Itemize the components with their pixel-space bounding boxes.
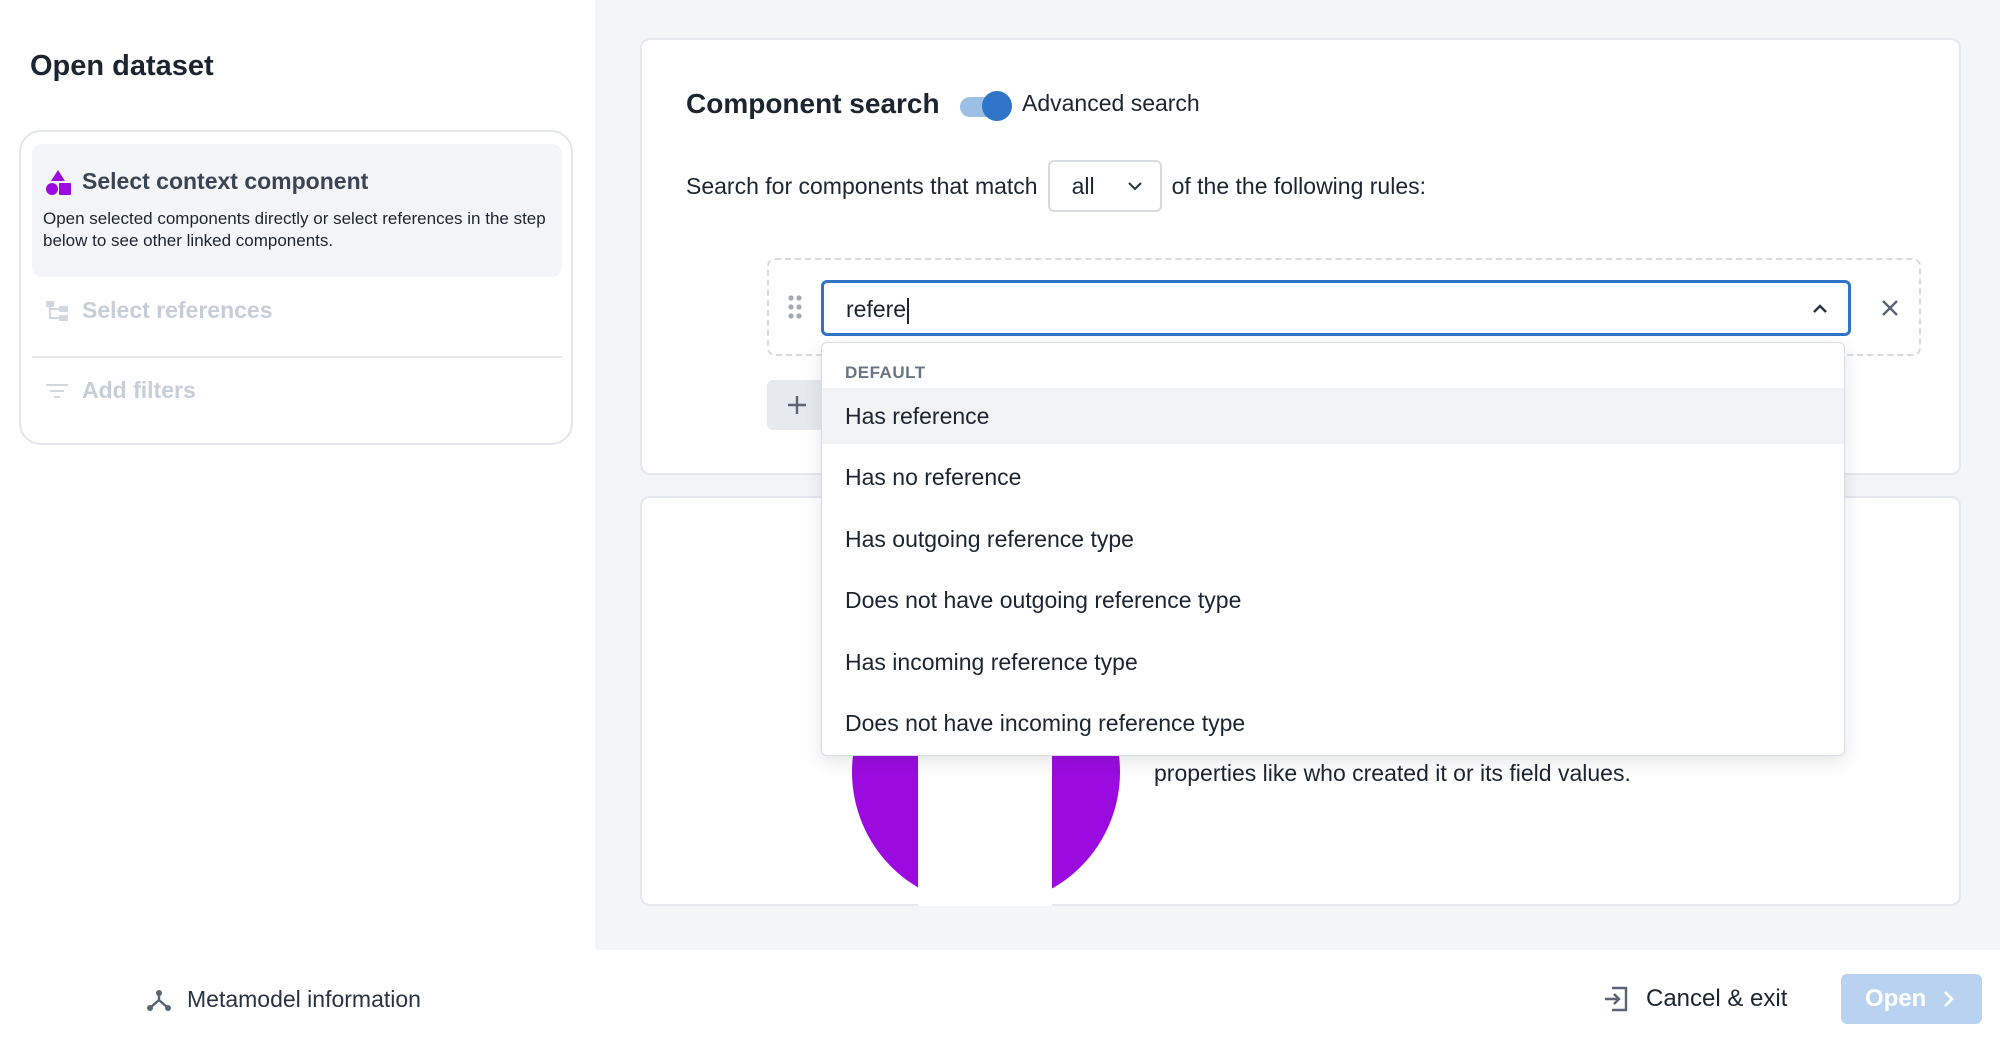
rule-search-input[interactable]: refere	[821, 280, 1851, 336]
step-title: Select context component	[82, 168, 369, 194]
dropdown-option[interactable]: Has no reference	[822, 449, 1844, 505]
step-add-filters: Add filters	[32, 360, 562, 420]
advanced-search-label: Advanced search	[1022, 90, 1200, 116]
dropdown-option[interactable]: Has reference	[822, 388, 1844, 444]
exit-icon	[1605, 986, 1628, 1012]
steps-card: Select context component Open selected c…	[19, 130, 573, 445]
dropdown-option[interactable]: Has outgoing reference type	[822, 511, 1844, 567]
shapes-icon	[46, 170, 71, 195]
advanced-search-toggle[interactable]	[960, 91, 1012, 121]
dropdown-option[interactable]: Has incoming reference type	[822, 634, 1844, 690]
dropdown-option[interactable]: Does not have outgoing reference type	[822, 572, 1844, 628]
match-row: Search for components that match all of …	[686, 160, 1426, 212]
rule-input-value: refere	[846, 296, 907, 322]
rule-type-dropdown: DEFAULT Has reference Has no reference H…	[821, 342, 1845, 756]
open-button[interactable]: Open	[1841, 974, 1982, 1024]
step-description: Open selected components directly or sel…	[43, 209, 546, 250]
cancel-exit-button[interactable]: Cancel & exit	[1602, 984, 1787, 1014]
match-suffix: of the the following rules:	[1171, 172, 1427, 199]
dropdown-option[interactable]: Does not have incoming reference type	[822, 695, 1844, 751]
match-select-value: all	[1071, 172, 1095, 199]
step-title: Add filters	[82, 377, 196, 403]
sidebar-title: Open dataset	[30, 50, 214, 82]
chevron-up-icon[interactable]	[1810, 299, 1830, 319]
info-text: properties like who created it or its fi…	[1154, 760, 1631, 786]
match-prefix: Search for components that match	[686, 172, 1038, 199]
cancel-exit-label: Cancel & exit	[1646, 985, 1788, 1012]
chevron-down-icon	[1127, 182, 1142, 191]
close-icon[interactable]	[1878, 296, 1902, 320]
filter-icon	[46, 384, 68, 398]
metamodel-information-link[interactable]: Metamodel information	[145, 984, 421, 1014]
sidebar: Open dataset Select context component Op…	[0, 0, 595, 950]
text-caret	[907, 297, 910, 324]
step-select-references: Select references	[32, 280, 562, 340]
add-rule-button[interactable]	[767, 380, 827, 430]
hierarchy-icon	[46, 301, 68, 321]
metamodel-label: Metamodel information	[187, 985, 421, 1012]
drag-handle-icon[interactable]	[787, 294, 803, 320]
dropdown-group-label: DEFAULT	[845, 363, 926, 382]
footer: Metamodel information Cancel & exit Open	[0, 950, 2000, 1043]
match-select[interactable]: all	[1047, 160, 1162, 212]
step-divider	[32, 356, 562, 358]
component-search-title: Component search	[686, 88, 940, 119]
plus-icon	[788, 396, 806, 414]
open-button-label: Open	[1865, 985, 1927, 1012]
step-select-context-component[interactable]: Select context component Open selected c…	[32, 144, 562, 277]
step-title: Select references	[82, 297, 273, 323]
network-icon	[147, 990, 171, 1011]
chevron-right-icon	[1944, 991, 1954, 1007]
